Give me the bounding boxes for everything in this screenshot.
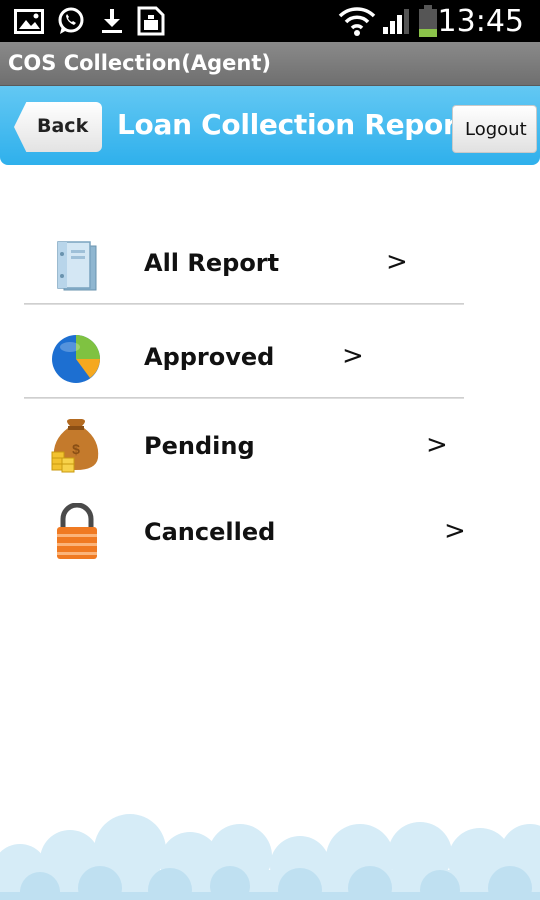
back-button[interactable]: Back bbox=[14, 102, 102, 152]
menu-item-label: All Report bbox=[144, 249, 280, 277]
svg-text:$: $ bbox=[72, 441, 80, 457]
app-title-bar: COS Collection(Agent) bbox=[0, 42, 540, 86]
chevron-right-icon: > bbox=[426, 430, 448, 460]
clock: 13:45 bbox=[437, 4, 524, 39]
lock-icon bbox=[57, 503, 97, 559]
chevron-right-icon: > bbox=[386, 247, 408, 277]
pie-chart-icon bbox=[52, 335, 100, 383]
back-button-label: Back bbox=[37, 115, 89, 137]
menu-item-label: Pending bbox=[144, 432, 255, 460]
header-bar: Back Loan Collection Report Logout bbox=[0, 86, 540, 165]
money-bag-icon: $ bbox=[51, 419, 99, 473]
menu-item-pending[interactable]: $ Pending > bbox=[24, 400, 464, 490]
app-title: COS Collection(Agent) bbox=[8, 51, 271, 75]
gallery-icon bbox=[14, 9, 44, 34]
chevron-right-icon: > bbox=[342, 341, 364, 371]
divider bbox=[24, 397, 464, 399]
menu-item-all-report[interactable]: All Report > bbox=[24, 218, 464, 308]
clouds-decoration bbox=[0, 814, 540, 900]
report-binder-icon bbox=[57, 241, 97, 291]
signal-icon bbox=[383, 9, 409, 34]
download-icon bbox=[102, 9, 122, 33]
status-bar: 13:45 bbox=[0, 0, 540, 42]
logout-button-label: Logout bbox=[465, 119, 527, 140]
menu-item-approved[interactable]: Approved > bbox=[24, 312, 464, 402]
battery-icon bbox=[419, 5, 437, 37]
logout-button[interactable]: Logout bbox=[452, 105, 537, 153]
chevron-right-icon: > bbox=[444, 516, 466, 546]
page-title: Loan Collection Report bbox=[117, 108, 470, 141]
whatsapp-icon bbox=[58, 7, 84, 34]
menu-item-cancelled[interactable]: Cancelled > bbox=[24, 487, 466, 577]
menu-item-label: Approved bbox=[144, 343, 275, 371]
sim-card-icon bbox=[137, 6, 165, 36]
divider bbox=[24, 303, 464, 305]
menu-item-label: Cancelled bbox=[144, 518, 276, 546]
wifi-icon bbox=[338, 7, 376, 36]
